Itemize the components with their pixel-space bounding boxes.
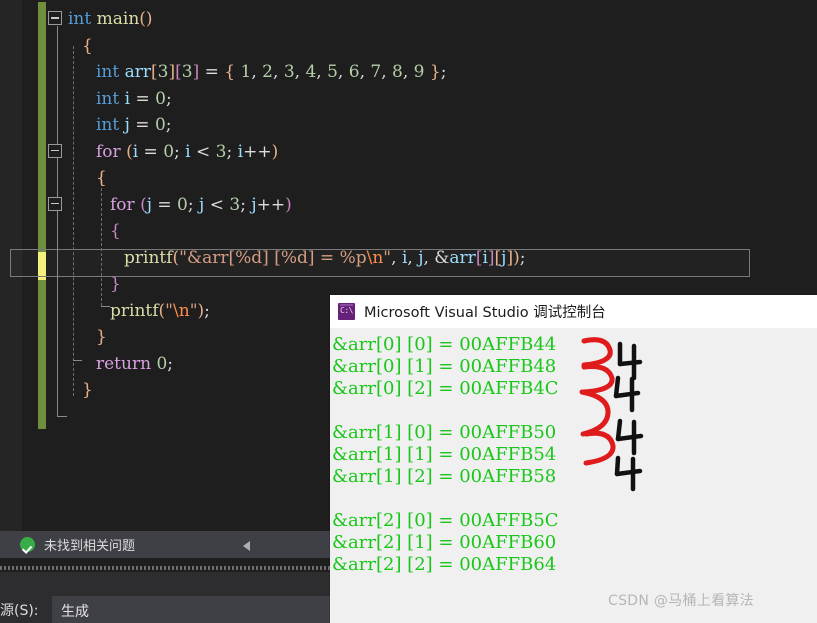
pane-separator [0, 558, 330, 562]
code-line-text: } [68, 380, 93, 400]
debug-console-window[interactable]: C:\ Microsoft Visual Studio 调试控制台 &arr[0… [330, 295, 817, 623]
code-line-text: printf("&arr[%d] [%d] = %p\n", i, j, &ar… [68, 248, 525, 268]
console-output-line: &arr[0] [0] = 00AFFB44 [332, 334, 556, 356]
output-source-label: 源(S): [0, 600, 39, 620]
code-line[interactable]: int main() [46, 6, 525, 33]
console-output-line: &arr[2] [1] = 00AFFB60 [332, 532, 556, 554]
triangle-left-icon[interactable] [243, 541, 250, 551]
output-source-value: 生成 [61, 601, 89, 621]
console-output-line: &arr[1] [0] = 00AFFB50 [332, 422, 556, 444]
code-line-text: return 0; [68, 354, 173, 374]
fold-toggle-icon[interactable] [48, 144, 62, 158]
code-line[interactable]: } [46, 271, 525, 298]
check-circle-icon [20, 537, 35, 552]
csdn-watermark: CSDN @马桶上看算法 [608, 590, 754, 610]
code-line[interactable]: { [46, 165, 525, 192]
console-title-bar[interactable]: C:\ Microsoft Visual Studio 调试控制台 [330, 295, 817, 328]
code-line[interactable]: int i = 0; [46, 86, 525, 113]
console-output-line: &arr[2] [2] = 00AFFB64 [332, 554, 556, 576]
code-line-text: for (i = 0; i < 3; i++) [68, 142, 278, 162]
code-line-text: { [68, 221, 121, 241]
console-output-line: &arr[2] [0] = 00AFFB5C [332, 510, 559, 532]
scope-guide-main-foot [57, 416, 67, 417]
output-source-select[interactable]: 生成 [52, 596, 330, 623]
console-output-line: &arr[0] [2] = 00AFFB4C [332, 378, 559, 400]
code-line-text: int arr[3][3] = { 1, 2, 3, 4, 5, 6, 7, 8… [68, 62, 446, 82]
code-line-text: int main() [68, 9, 153, 29]
console-app-icon: C:\ [338, 303, 355, 320]
code-line[interactable]: for (i = 0; i < 3; i++) [46, 139, 525, 166]
fold-toggle-icon[interactable] [48, 197, 62, 211]
code-line-text: printf("\n"); [68, 301, 210, 321]
error-list-bar[interactable]: 未找到相关问题 [0, 531, 330, 558]
console-output-line: &arr[1] [1] = 00AFFB54 [332, 444, 556, 466]
code-line-text: } [68, 274, 121, 294]
code-line[interactable]: { [46, 218, 525, 245]
change-tracking-bar [38, 2, 46, 429]
code-line-text: int i = 0; [68, 89, 172, 109]
console-output-line: &arr[0] [1] = 00AFFB48 [332, 356, 556, 378]
code-line-text: { [68, 36, 93, 56]
code-line[interactable]: printf("&arr[%d] [%d] = %p\n", i, j, &ar… [46, 245, 525, 272]
code-line[interactable]: int j = 0; [46, 112, 525, 139]
code-line-text: int j = 0; [68, 115, 172, 135]
code-line-text: } [68, 327, 107, 347]
code-line[interactable]: int arr[3][3] = { 1, 2, 3, 4, 5, 6, 7, 8… [46, 59, 525, 86]
splitter-handle[interactable] [0, 566, 330, 570]
error-list-message: 未找到相关问题 [44, 535, 135, 554]
fold-toggle-icon[interactable] [48, 11, 62, 25]
console-title-text: Microsoft Visual Studio 调试控制台 [364, 301, 606, 322]
code-line-text: { [68, 168, 107, 188]
code-line[interactable]: { [46, 33, 525, 60]
console-output-area[interactable]: &arr[0] [0] = 00AFFB44&arr[0] [1] = 00AF… [330, 328, 817, 623]
code-line[interactable]: for (j = 0; j < 3; j++) [46, 192, 525, 219]
code-line-text: for (j = 0; j < 3; j++) [68, 195, 292, 215]
console-output-line: &arr[1] [2] = 00AFFB58 [332, 466, 556, 488]
